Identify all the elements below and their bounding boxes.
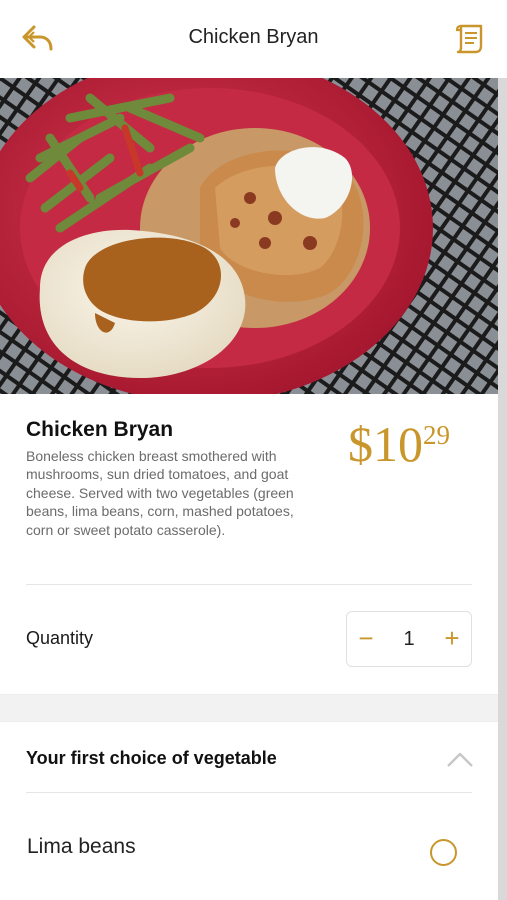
scrollbar[interactable] — [498, 78, 507, 900]
quantity-value: 1 — [403, 628, 415, 650]
price-dollars: $10 — [348, 416, 423, 472]
app-header: Chicken Bryan — [0, 0, 507, 78]
price-cents: 29 — [423, 420, 450, 450]
dish-photo — [0, 78, 498, 394]
option-lima-beans-radio[interactable] — [430, 839, 457, 866]
divider — [26, 792, 472, 793]
item-details: Chicken Bryan Boneless chicken breast sm… — [0, 394, 498, 694]
item-description: Boneless chicken breast smothered with m… — [26, 448, 294, 538]
item-price: $1029 — [348, 414, 450, 474]
collapse-section-button[interactable] — [444, 748, 476, 772]
chevron-up-icon — [447, 752, 473, 767]
divider — [26, 584, 472, 585]
quantity-label: Quantity — [26, 628, 94, 648]
increase-quantity-button[interactable]: + — [435, 621, 469, 655]
receipt-button[interactable] — [452, 20, 488, 56]
quantity-stepper: − 1 + — [346, 611, 472, 667]
option-lima-beans-label[interactable]: Lima beans — [27, 835, 136, 859]
item-name: Chicken Bryan — [26, 418, 174, 441]
receipt-icon — [455, 24, 483, 54]
decrease-quantity-button[interactable]: − — [349, 621, 383, 655]
section-separator — [0, 694, 498, 722]
page-title: Chicken Bryan — [188, 26, 319, 48]
vegetable-choice-title: Your first choice of vegetable — [26, 748, 277, 768]
